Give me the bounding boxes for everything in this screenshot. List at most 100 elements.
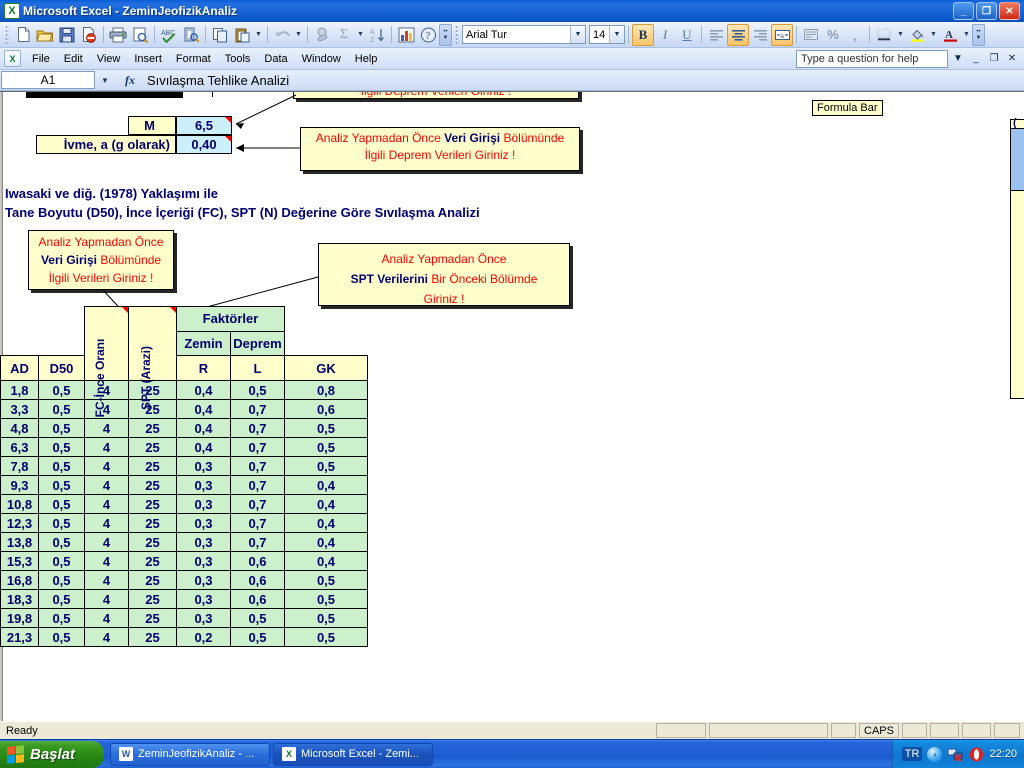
- header-r[interactable]: R: [176, 355, 231, 381]
- document-minimize-button[interactable]: _: [968, 51, 984, 66]
- save-icon[interactable]: [56, 24, 78, 46]
- cell-r4-c1[interactable]: 0,5: [38, 456, 85, 476]
- cell-r6-c5[interactable]: 0,7: [230, 494, 285, 514]
- formatting-toolbar-grip[interactable]: [455, 24, 459, 45]
- taskbar-item-word[interactable]: W ZeminJeofizikAnaliz - ...: [110, 742, 270, 766]
- header-fc-rotated[interactable]: FC-İnce Oranı: [84, 306, 129, 417]
- cell-r4-c0[interactable]: 7,8: [0, 456, 39, 476]
- cell-r5-c6[interactable]: 0,4: [284, 475, 368, 495]
- cell-r10-c1[interactable]: 0,5: [38, 570, 85, 590]
- worksheet-area[interactable]: İlgili Deprem Verileri Giriniz ! Formula…: [0, 91, 1024, 721]
- cell-r7-c1[interactable]: 0,5: [38, 513, 85, 533]
- cell-r6-c3[interactable]: 25: [128, 494, 177, 514]
- start-button[interactable]: Başlat: [0, 740, 104, 768]
- cell-r5-c2[interactable]: 4: [84, 475, 129, 495]
- percent-button[interactable]: %: [822, 24, 844, 46]
- align-left-button[interactable]: [705, 24, 727, 46]
- table-row[interactable]: 16,8 0,5 4 25 0,3 0,6 0,5: [0, 570, 368, 590]
- chart-wizard-icon[interactable]: [395, 24, 417, 46]
- table-row[interactable]: 18,3 0,5 4 25 0,3 0,6 0,5: [0, 589, 368, 609]
- cell-r13-c4[interactable]: 0,2: [176, 627, 231, 647]
- table-row[interactable]: 15,3 0,5 4 25 0,3 0,6 0,4: [0, 551, 368, 571]
- underline-button[interactable]: U: [676, 24, 698, 46]
- partial-cell-yellow[interactable]: (: [1010, 117, 1024, 129]
- fill-color-button[interactable]: [906, 24, 928, 46]
- menu-item-tools[interactable]: Tools: [218, 51, 258, 67]
- formula-input[interactable]: Sıvılaşma Tehlike Analizi: [145, 70, 1024, 90]
- menu-item-window[interactable]: Window: [295, 51, 348, 67]
- cell-r13-c5[interactable]: 0,5: [230, 627, 285, 647]
- cell-r7-c3[interactable]: 25: [128, 513, 177, 533]
- cell-r9-c1[interactable]: 0,5: [38, 551, 85, 571]
- table-row[interactable]: 9,3 0,5 4 25 0,3 0,7 0,4: [0, 475, 368, 495]
- print-preview-icon[interactable]: [129, 24, 151, 46]
- font-name-chevron-down-icon[interactable]: ▼: [570, 26, 585, 43]
- cell-r13-c3[interactable]: 25: [128, 627, 177, 647]
- italic-button[interactable]: I: [654, 24, 676, 46]
- cell-r5-c1[interactable]: 0,5: [38, 475, 85, 495]
- font-size-combo[interactable]: 14 ▼: [589, 25, 625, 44]
- cell-r10-c5[interactable]: 0,6: [230, 570, 285, 590]
- cell-r7-c2[interactable]: 4: [84, 513, 129, 533]
- cell-r12-c5[interactable]: 0,5: [230, 608, 285, 628]
- table-row[interactable]: 3,3 0,5 4 25 0,4 0,7 0,6: [0, 399, 368, 419]
- cell-r13-c1[interactable]: 0,5: [38, 627, 85, 647]
- font-name-combo[interactable]: Arial Tur ▼: [462, 25, 586, 44]
- menu-item-help[interactable]: Help: [348, 51, 385, 67]
- toolbar-overflow-button[interactable]: •• ▼: [439, 23, 452, 46]
- cell-r11-c5[interactable]: 0,6: [230, 589, 285, 609]
- cell-r11-c0[interactable]: 18,3: [0, 589, 39, 609]
- merge-and-center-button[interactable]: a: [771, 23, 793, 46]
- close-button[interactable]: ✕: [999, 2, 1020, 20]
- font-color-chevron-down-icon[interactable]: ▼: [961, 24, 972, 46]
- cell-r12-c2[interactable]: 4: [84, 608, 129, 628]
- cell-r9-c4[interactable]: 0,3: [176, 551, 231, 571]
- cell-r12-c0[interactable]: 19,8: [0, 608, 39, 628]
- cell-r8-c1[interactable]: 0,5: [38, 532, 85, 552]
- partial-cell-blue[interactable]: [1010, 129, 1024, 191]
- permission-icon[interactable]: [78, 24, 100, 46]
- cell-r10-c3[interactable]: 25: [128, 570, 177, 590]
- autosum-icon[interactable]: Σ: [333, 24, 355, 46]
- menu-item-edit[interactable]: Edit: [57, 51, 90, 67]
- cell-r12-c4[interactable]: 0,3: [176, 608, 231, 628]
- name-box[interactable]: A1: [1, 71, 95, 89]
- paste-options-chevron-down-icon[interactable]: ▼: [253, 24, 264, 46]
- table-row[interactable]: 19,8 0,5 4 25 0,3 0,5 0,5: [0, 608, 368, 628]
- cell-r7-c6[interactable]: 0,4: [284, 513, 368, 533]
- menu-item-data[interactable]: Data: [257, 51, 294, 67]
- table-row[interactable]: 21,3 0,5 4 25 0,2 0,5 0,5: [0, 627, 368, 647]
- cell-r0-c5[interactable]: 0,5: [230, 380, 285, 400]
- header-subgroup-zemin[interactable]: Zemin: [176, 330, 231, 357]
- cell-r3-c1[interactable]: 0,5: [38, 437, 85, 457]
- comma-style-button[interactable]: ,: [844, 24, 866, 46]
- cell-r9-c0[interactable]: 15,3: [0, 551, 39, 571]
- cell-r0-c0[interactable]: 1,8: [0, 380, 39, 400]
- cell-r1-c0[interactable]: 3,3: [0, 399, 39, 419]
- cell-r3-c0[interactable]: 6,3: [0, 437, 39, 457]
- cell-r8-c4[interactable]: 0,3: [176, 532, 231, 552]
- cell-r2-c6[interactable]: 0,5: [284, 418, 368, 438]
- cell-r6-c6[interactable]: 0,4: [284, 494, 368, 514]
- network-disconnected-icon[interactable]: [947, 747, 964, 762]
- callout-data-input[interactable]: Analiz Yapmadan Önce Veri Girişi Bölümün…: [28, 230, 174, 290]
- cell-r8-c6[interactable]: 0,4: [284, 532, 368, 552]
- align-center-button[interactable]: [727, 23, 749, 46]
- header-d50[interactable]: D50: [38, 355, 85, 381]
- language-indicator[interactable]: TR: [901, 747, 923, 761]
- cell-r11-c6[interactable]: 0,5: [284, 589, 368, 609]
- cell-r0-c4[interactable]: 0,4: [176, 380, 231, 400]
- table-row[interactable]: 7,8 0,5 4 25 0,3 0,7 0,5: [0, 456, 368, 476]
- spelling-icon[interactable]: ABC: [158, 24, 180, 46]
- undo-chevron-down-icon[interactable]: ▼: [293, 24, 304, 46]
- autosum-chevron-down-icon[interactable]: ▼: [355, 24, 366, 46]
- cell-r13-c2[interactable]: 4: [84, 627, 129, 647]
- cell-r1-c4[interactable]: 0,4: [176, 399, 231, 419]
- cell-r1-c6[interactable]: 0,6: [284, 399, 368, 419]
- liquefaction-analysis-table[interactable]: FC-İnce Oranı SPT (Arazi) Faktörler Zemi…: [0, 306, 368, 647]
- cell-r7-c0[interactable]: 12,3: [0, 513, 39, 533]
- cell-r6-c4[interactable]: 0,3: [176, 494, 231, 514]
- menu-item-file[interactable]: File: [25, 51, 57, 67]
- undo-icon[interactable]: [271, 24, 293, 46]
- maximize-button[interactable]: ❐: [976, 2, 997, 20]
